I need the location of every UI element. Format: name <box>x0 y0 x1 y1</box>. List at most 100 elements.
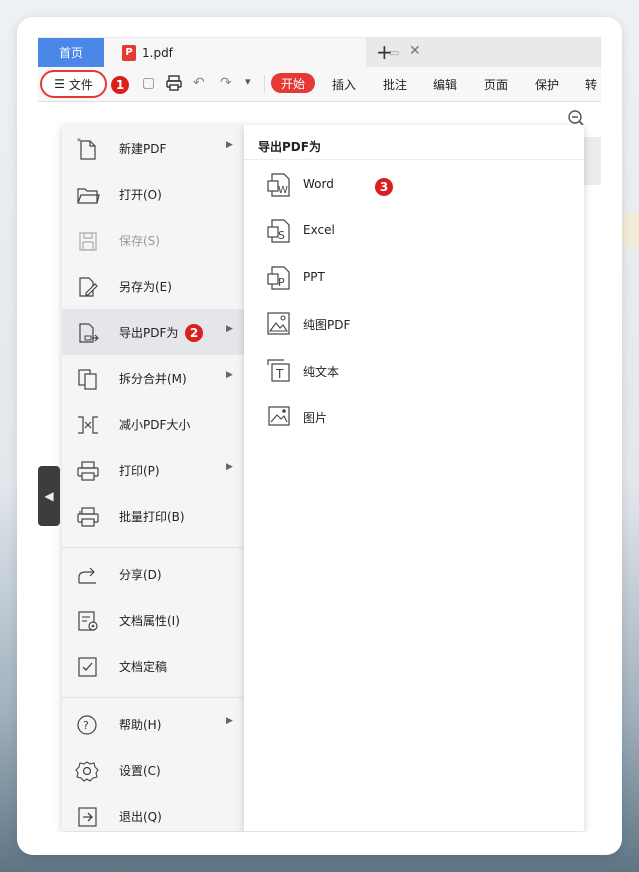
menu-item-compress[interactable]: 减小PDF大小 <box>62 401 244 447</box>
ribbon-tab-protect[interactable]: 保护 <box>535 76 559 93</box>
menu-item-print[interactable]: 打印(P) ▶ <box>62 447 244 493</box>
share-icon <box>78 567 96 584</box>
svg-text:T: T <box>275 367 284 381</box>
export-option-label: 纯图PDF <box>303 318 351 332</box>
pdf-app-window: 首页 P 1.pdf ▭ ✕ + ☰ 文件 1 ▢ ↶ ↷ ▾ 开始 插入 批注… <box>38 37 601 832</box>
menu-item-settings[interactable]: 设置(C) <box>62 747 244 793</box>
menu-item-label: 帮助(H) <box>119 718 162 732</box>
menu-item-split-merge[interactable]: 拆分合并(M) ▶ <box>62 355 244 401</box>
undo-icon[interactable]: ↶ <box>193 75 205 91</box>
submenu-arrow-icon: ▶ <box>226 370 233 380</box>
ppt-icon: P <box>267 266 290 290</box>
new-pdf-icon: * <box>77 137 96 160</box>
help-icon: ? <box>77 715 97 735</box>
export-option-word[interactable]: W Word <box>244 161 584 207</box>
menu-item-label: 导出PDF为 <box>119 326 179 340</box>
step-badge-1: 1 <box>111 76 129 94</box>
menu-item-save[interactable]: 保存(S) <box>62 217 244 263</box>
svg-text:W: W <box>278 185 288 196</box>
export-option-ppt[interactable]: P PPT <box>244 254 584 300</box>
menu-item-label: 另存为(E) <box>119 280 172 294</box>
customize-dropdown-icon[interactable]: ▾ <box>245 75 251 88</box>
menu-item-label: 保存(S) <box>119 234 160 248</box>
print-toolbar-icon[interactable] <box>166 75 182 91</box>
submenu-arrow-icon: ▶ <box>226 716 233 726</box>
menu-item-label: 拆分合并(M) <box>119 372 187 386</box>
menu-item-share[interactable]: 分享(D) <box>62 551 244 597</box>
split-merge-icon <box>78 369 97 390</box>
menu-divider <box>62 547 244 548</box>
menu-item-label: 文档属性(I) <box>119 614 180 628</box>
menu-item-label: 文档定稿 <box>119 660 168 674</box>
screenshot-card: 首页 P 1.pdf ▭ ✕ + ☰ 文件 1 ▢ ↶ ↷ ▾ 开始 插入 批注… <box>17 17 622 855</box>
export-option-picture[interactable]: 图片 <box>244 393 584 439</box>
submenu-title: 导出PDF为 <box>258 140 321 154</box>
menu-item-save-as[interactable]: 另存为(E) <box>62 263 244 309</box>
menu-item-batch-print[interactable]: 批量打印(B) <box>62 493 244 539</box>
text-icon: T <box>267 359 290 382</box>
menu-item-export-pdf[interactable]: 导出PDF为 ▶ <box>62 309 244 355</box>
menu-divider <box>62 697 244 698</box>
export-option-excel[interactable]: S Excel <box>244 207 584 253</box>
svg-text:S: S <box>278 229 285 242</box>
excel-icon: S <box>267 219 290 243</box>
ribbon-tab-convert[interactable]: 转 <box>585 76 597 93</box>
menu-item-help[interactable]: ? 帮助(H) ▶ <box>62 701 244 747</box>
export-option-label: Excel <box>303 223 335 237</box>
doc-properties-icon <box>78 611 98 631</box>
finalize-icon <box>78 657 97 677</box>
collapse-panel-handle[interactable]: ◀ <box>38 466 60 526</box>
export-option-label: 纯文本 <box>303 365 340 379</box>
submenu-arrow-icon: ▶ <box>226 324 233 334</box>
file-menu-panel: * 新建PDF ▶ 打开(O) 保存(S) 另存为(E) 导出PDF为 ▶ 2 … <box>62 125 244 831</box>
save-toolbar-icon[interactable]: ▢ <box>142 75 165 91</box>
submenu-arrow-icon: ▶ <box>226 140 233 150</box>
new-tab-button[interactable]: + <box>376 38 393 66</box>
file-menu-label: 文件 <box>68 77 93 92</box>
tab-document[interactable]: P 1.pdf ▭ ✕ <box>104 38 421 67</box>
word-icon: W <box>267 173 290 197</box>
menu-item-label: 新建PDF <box>119 142 167 156</box>
menu-item-label: 退出(Q) <box>119 810 162 824</box>
menu-item-new-pdf[interactable]: * 新建PDF ▶ <box>62 125 244 171</box>
svg-text:P: P <box>278 276 285 289</box>
export-option-plain-text[interactable]: T 纯文本 <box>244 347 584 393</box>
folder-open-icon <box>77 188 100 204</box>
export-option-image-pdf[interactable]: 纯图PDF <box>244 300 584 346</box>
export-option-label: PPT <box>303 270 325 284</box>
menu-item-open[interactable]: 打开(O) <box>62 171 244 217</box>
ribbon-tab-edit[interactable]: 编辑 <box>433 76 457 93</box>
ribbon-tab-page[interactable]: 页面 <box>484 76 508 93</box>
ribbon-tab-insert[interactable]: 插入 <box>332 76 356 93</box>
export-submenu-panel: 导出PDF为 W Word 3 S Excel P PPT 纯图PDF T 纯文… <box>244 125 584 831</box>
ribbon-tab-annotate[interactable]: 批注 <box>383 76 407 93</box>
compress-icon <box>78 416 98 434</box>
step-badge-3: 3 <box>375 178 393 196</box>
export-option-label: Word <box>303 177 334 191</box>
export-option-label: 图片 <box>303 411 328 425</box>
submenu-divider <box>244 159 584 160</box>
menu-item-label: 批量打印(B) <box>119 510 185 524</box>
print-icon <box>77 461 99 481</box>
ribbon-tab-start[interactable]: 开始 <box>271 73 315 93</box>
tab-document-label: 1.pdf <box>142 45 173 60</box>
step-badge-2: 2 <box>185 324 203 342</box>
hamburger-icon: ☰ <box>54 77 65 91</box>
export-pdf-icon <box>79 323 99 343</box>
menu-item-exit[interactable]: 退出(Q) <box>62 793 244 832</box>
save-icon <box>79 232 97 251</box>
menu-item-doc-properties[interactable]: 文档属性(I) <box>62 597 244 643</box>
chevron-left-icon: ◀ <box>44 489 54 503</box>
file-menu-button[interactable]: ☰ 文件 <box>40 70 107 98</box>
svg-text:?: ? <box>83 719 89 732</box>
toolbar-divider <box>264 75 265 93</box>
settings-icon <box>75 761 99 782</box>
save-as-icon <box>79 277 98 297</box>
close-tab-icon[interactable]: ✕ <box>409 43 421 59</box>
tab-home[interactable]: 首页 <box>38 38 104 67</box>
redo-icon[interactable]: ↷ <box>220 75 232 91</box>
picture-icon <box>268 406 290 426</box>
menu-item-finalize[interactable]: 文档定稿 <box>62 643 244 689</box>
exit-icon <box>78 807 97 827</box>
image-pdf-icon <box>267 312 290 335</box>
